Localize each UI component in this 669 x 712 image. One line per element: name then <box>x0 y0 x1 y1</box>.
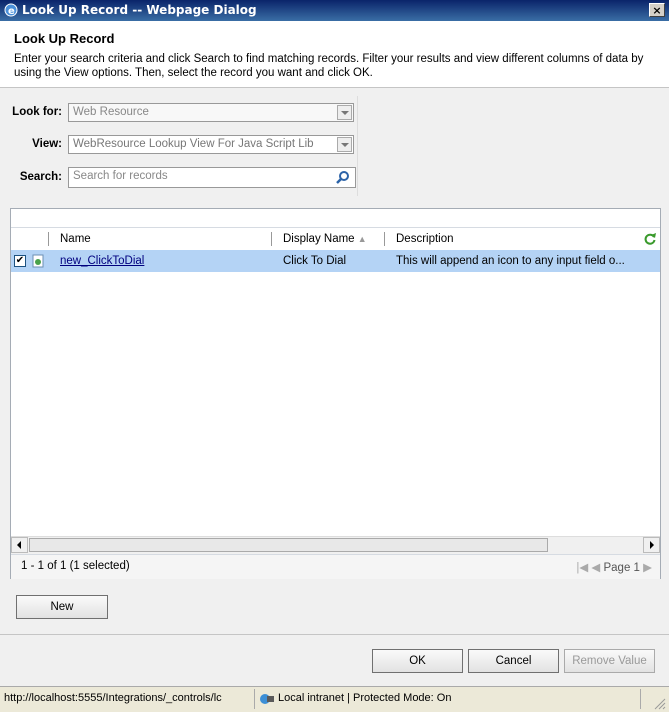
page-title: Look Up Record <box>14 31 115 46</box>
pager: |◀ ◀ Page 1 ▶ <box>576 560 652 574</box>
ok-button[interactable]: OK <box>372 649 463 673</box>
look-for-value: Web Resource <box>73 106 149 118</box>
form-divider <box>357 96 358 196</box>
search-button[interactable] <box>330 169 354 185</box>
horizontal-scrollbar[interactable] <box>11 536 660 554</box>
window-title: Look Up Record -- Webpage Dialog <box>22 3 257 17</box>
grid-header: Name Display Name ▲ Description <box>11 227 660 251</box>
local-intranet-icon <box>260 694 274 704</box>
row-description: This will append an icon to any input fi… <box>396 255 625 267</box>
results-grid: Name Display Name ▲ Description ✔ new_Cl… <box>10 208 661 579</box>
status-bar: http://localhost:5555/Integrations/_cont… <box>0 686 669 712</box>
dialog-header: Look Up Record Enter your search criteri… <box>0 21 669 88</box>
view-label: View: <box>32 138 62 150</box>
search-icon <box>336 171 349 184</box>
security-zone: Local intranet | Protected Mode: On <box>278 692 452 704</box>
column-separator <box>271 232 272 246</box>
row-name-link[interactable]: new_ClickToDial <box>60 250 265 272</box>
svg-text:e: e <box>8 6 15 17</box>
status-separator <box>640 689 641 709</box>
look-for-select[interactable]: Web Resource <box>68 103 354 122</box>
page-description: Enter your search criteria and click Sea… <box>14 53 644 79</box>
scroll-left-button[interactable] <box>11 537 28 553</box>
grid-footer: 1 - 1 of 1 (1 selected) |◀ ◀ Page 1 ▶ <box>11 554 660 579</box>
search-label: Search: <box>19 171 62 183</box>
column-header-name[interactable]: Name <box>60 228 91 250</box>
table-row[interactable]: ✔ new_ClickToDial Click To Dial This wil… <box>11 250 660 272</box>
chevron-down-icon[interactable] <box>337 105 352 120</box>
page-label: Page 1 <box>603 562 640 574</box>
sort-ascending-icon: ▲ <box>357 234 367 244</box>
footer-divider <box>0 634 669 635</box>
refresh-icon[interactable] <box>643 232 657 246</box>
column-header-display-name-label: Display Name <box>283 233 355 245</box>
row-display-name: Click To Dial <box>283 255 347 267</box>
cancel-button[interactable]: Cancel <box>468 649 559 673</box>
scroll-thumb[interactable] <box>29 538 548 552</box>
next-page-icon[interactable]: ▶ <box>643 562 652 574</box>
view-select[interactable]: WebResource Lookup View For Java Script … <box>68 135 354 154</box>
column-separator <box>48 232 49 246</box>
resize-grip-icon[interactable] <box>652 696 666 710</box>
remove-value-button[interactable]: Remove Value <box>564 649 655 673</box>
status-url: http://localhost:5555/Integrations/_cont… <box>4 692 222 704</box>
search-placeholder: Search for records <box>73 170 168 182</box>
record-summary: 1 - 1 of 1 (1 selected) <box>21 560 130 572</box>
window-title-bar: e Look Up Record -- Webpage Dialog × <box>0 0 669 21</box>
row-checkbox[interactable]: ✔ <box>14 255 26 267</box>
status-separator <box>254 689 255 709</box>
search-input[interactable]: Search for records <box>68 167 356 188</box>
scroll-right-button[interactable] <box>643 537 660 553</box>
first-page-icon[interactable]: |◀ <box>576 562 588 574</box>
look-for-label: Look for: <box>12 106 62 118</box>
column-header-display-name[interactable]: Display Name ▲ <box>283 228 367 250</box>
arrow-left-icon <box>17 541 21 549</box>
chevron-down-icon[interactable] <box>337 137 352 152</box>
column-header-description[interactable]: Description <box>396 228 454 250</box>
web-resource-icon <box>32 254 44 268</box>
close-button[interactable]: × <box>649 3 665 17</box>
ie-icon: e <box>4 3 18 17</box>
new-button[interactable]: New <box>16 595 108 619</box>
column-separator <box>384 232 385 246</box>
view-value: WebResource Lookup View For Java Script … <box>73 138 314 150</box>
arrow-right-icon <box>650 541 654 549</box>
previous-page-icon[interactable]: ◀ <box>591 562 600 574</box>
